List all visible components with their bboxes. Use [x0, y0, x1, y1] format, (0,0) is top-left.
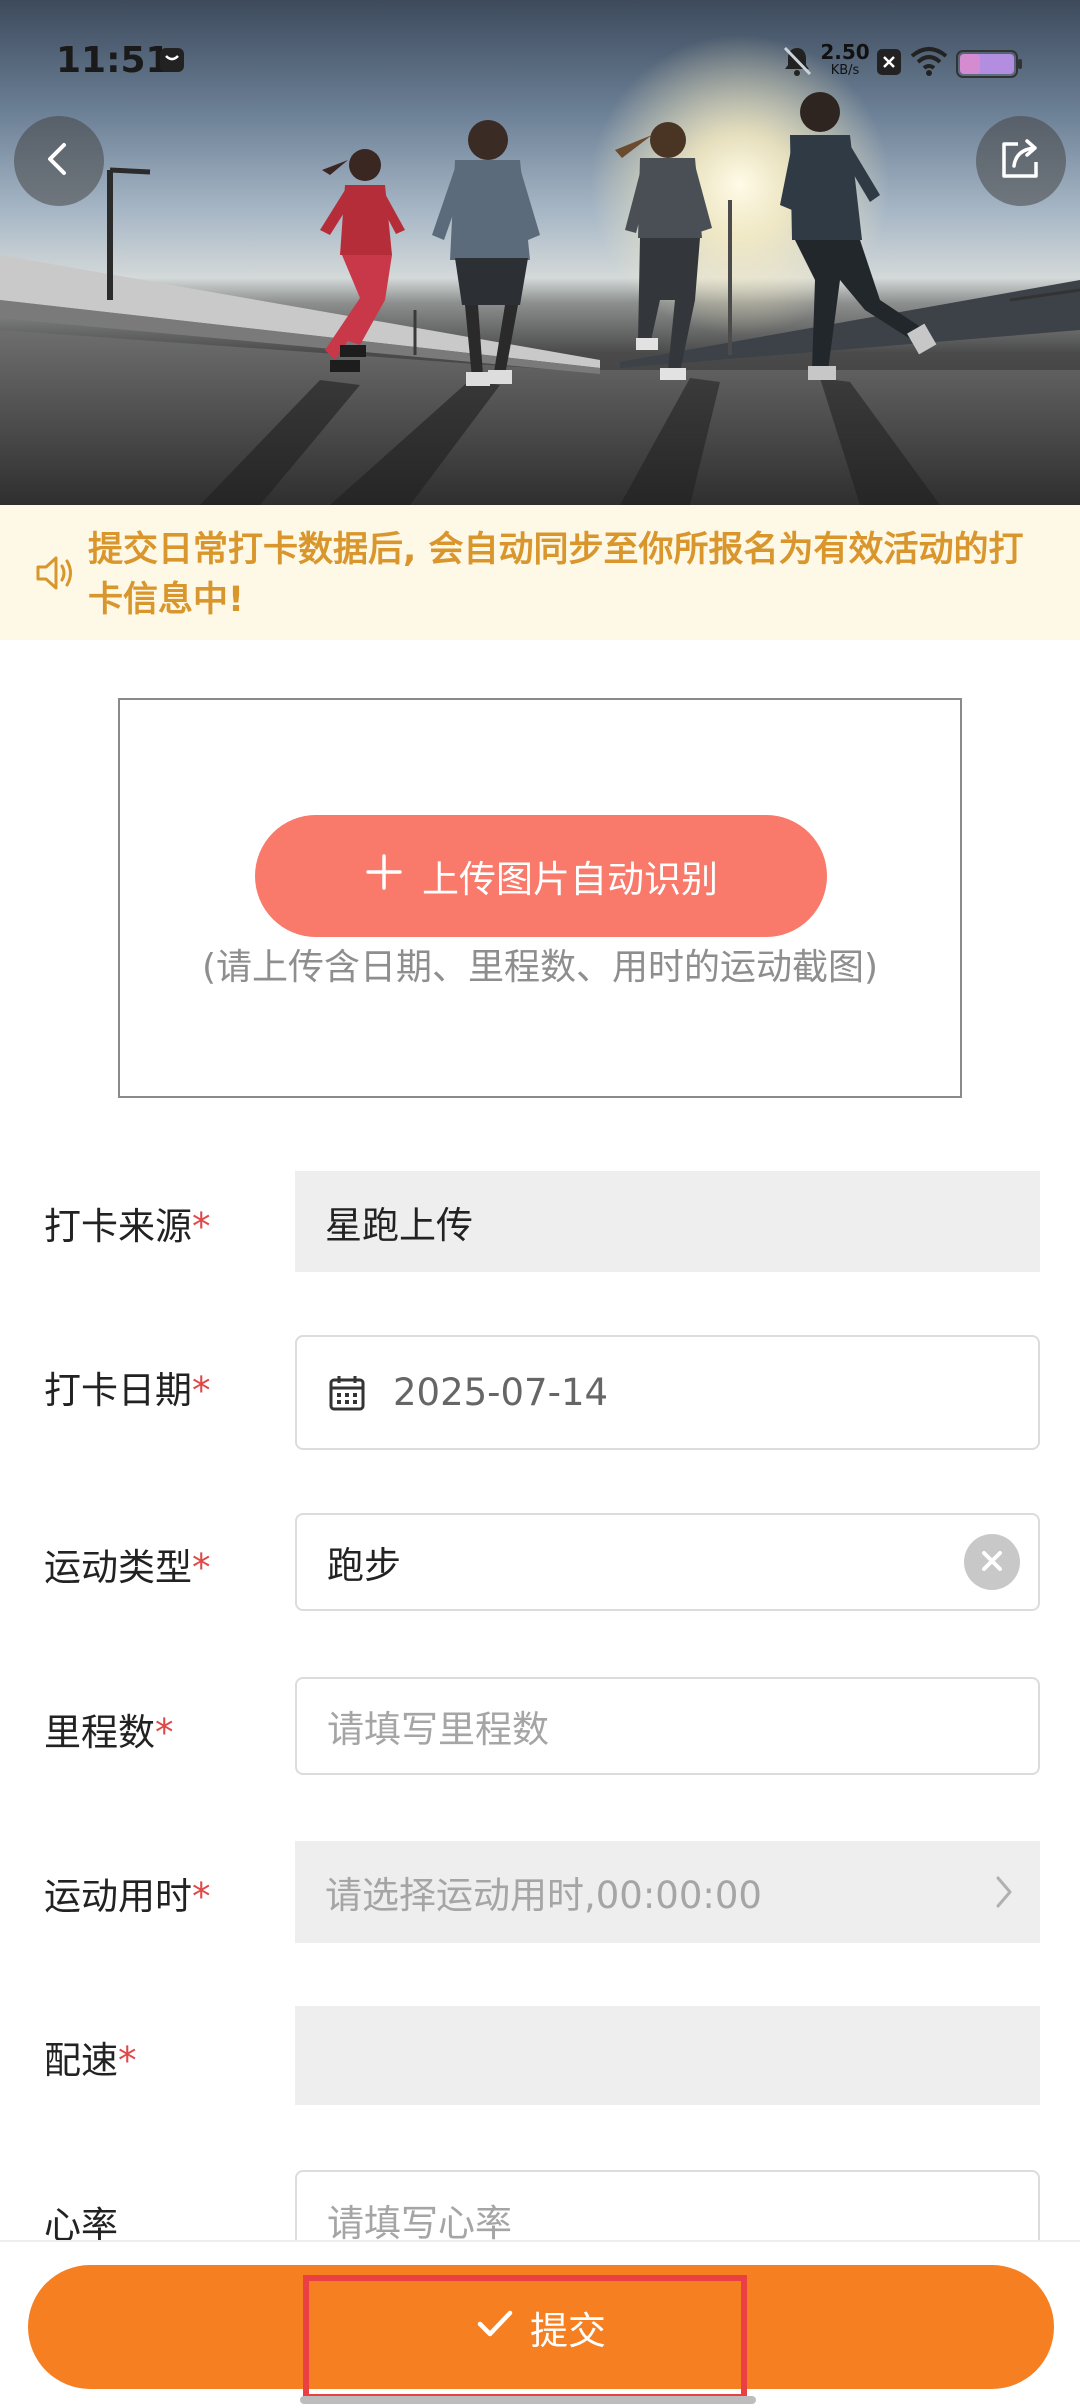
highlight-box [303, 2275, 747, 2400]
date-value: 2025-07-14 [393, 1371, 609, 1414]
header-banner: 11:51 2.50 KB/s [0, 0, 1080, 505]
upload-button-label: 上传图片自动识别 [422, 858, 718, 901]
distance-input[interactable]: 请填写里程数 [295, 1677, 1040, 1775]
chevron-left-icon [39, 139, 79, 183]
share-icon [998, 136, 1044, 186]
heart-rate-placeholder: 请填写心率 [327, 2202, 512, 2245]
source-value: 星跑上传 [325, 1203, 473, 1247]
clear-sport-type-button[interactable] [964, 1534, 1020, 1590]
share-button[interactable] [976, 116, 1066, 206]
sport-type-label-text: 运动类型 [44, 1546, 192, 1589]
sport-type-value: 跑步 [327, 1544, 401, 1587]
mute-bell-icon [780, 44, 814, 82]
wifi-icon [910, 46, 948, 80]
chevron-right-icon [992, 1874, 1016, 1910]
calendar-icon [297, 1373, 367, 1413]
clear-icon [978, 1541, 1006, 1584]
pace-label: 配速* [44, 2030, 137, 2084]
date-picker[interactable]: 2025-07-14 [295, 1335, 1040, 1450]
back-button[interactable] [14, 116, 104, 206]
net-speed-value: 2.50 [820, 40, 870, 64]
duration-picker[interactable]: 请选择运动用时,00:00:00 [295, 1841, 1040, 1943]
duration-label: 运动用时* [44, 1866, 211, 1920]
required-mark: * [192, 1875, 211, 1918]
distance-label: 里程数* [44, 1702, 174, 1756]
sport-type-label: 运动类型* [44, 1537, 211, 1591]
duration-label-text: 运动用时 [44, 1875, 192, 1918]
sim-icon [876, 48, 902, 80]
source-label-text: 打卡来源 [44, 1205, 192, 1248]
plus-icon [364, 852, 404, 901]
status-bar: 11:51 2.50 KB/s [0, 0, 1080, 120]
status-time: 11:51 [56, 40, 171, 81]
home-indicator[interactable] [300, 2396, 756, 2404]
source-label: 打卡来源* [44, 1196, 211, 1250]
upload-image-button[interactable]: 上传图片自动识别 [255, 815, 827, 937]
date-label: 打卡日期* [44, 1360, 211, 1414]
battery-icon [956, 50, 1024, 82]
required-mark: * [155, 1711, 174, 1754]
net-speed-unit: KB/s [830, 63, 860, 78]
speaker-icon [32, 551, 76, 599]
distance-placeholder: 请填写里程数 [327, 1708, 549, 1751]
notice-bar: 提交日常打卡数据后, 会自动同步至你所报名为有效活动的打卡信息中! [0, 505, 1080, 640]
duration-placeholder: 请选择运动用时,00:00:00 [325, 1874, 762, 1917]
required-mark: * [192, 1205, 211, 1248]
required-mark: * [118, 2039, 137, 2082]
notice-text: 提交日常打卡数据后, 会自动同步至你所报名为有效活动的打卡信息中! [88, 530, 1024, 620]
date-label-text: 打卡日期 [44, 1369, 192, 1412]
source-field: 星跑上传 [295, 1171, 1040, 1272]
sport-type-select[interactable]: 跑步 [295, 1513, 1040, 1611]
app-notification-icon [158, 46, 186, 78]
net-speed: 2.50 KB/s [820, 42, 870, 77]
required-mark: * [192, 1546, 211, 1589]
distance-label-text: 里程数 [44, 1711, 155, 1754]
required-mark: * [192, 1369, 211, 1412]
pace-field [295, 2006, 1040, 2105]
pace-label-text: 配速 [44, 2039, 118, 2082]
upload-hint: (请上传含日期、里程数、用时的运动截图) [201, 947, 879, 988]
